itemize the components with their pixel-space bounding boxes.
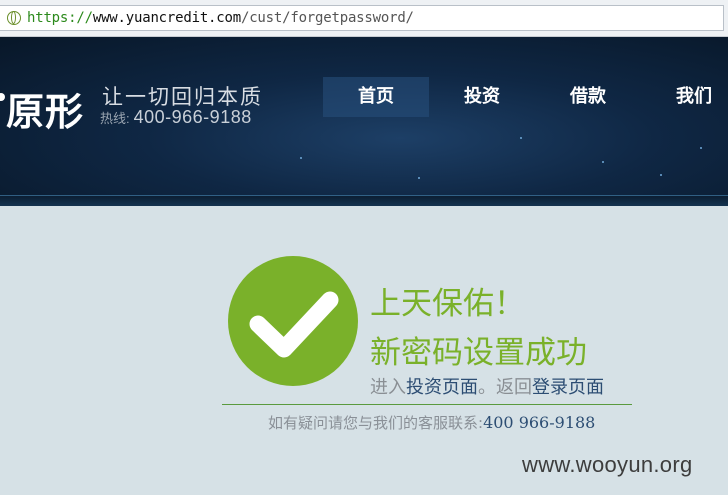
success-heading: 上天保佑！ [370,286,525,322]
star-decoration [660,174,662,176]
header-strip [0,196,728,206]
watermark: www.wooyun.org [522,452,693,477]
nav-item-invest[interactable]: 投资 [429,77,535,117]
contact-info: 如有疑问请您与我们的客服联系:400 966-9188 [268,412,595,433]
links-prefix: 进入 [370,377,406,398]
nav-item-about[interactable]: 我们 [641,77,728,117]
login-page-link[interactable]: 登录页面 [532,377,604,398]
contact-text: 如有疑问请您与我们的客服联系: [268,414,484,432]
star-decoration [300,157,302,159]
divider [222,404,632,405]
site-logo[interactable]: 原形 [6,81,84,136]
hotline-number: 400-966-9188 [133,107,252,127]
url-field[interactable]: https://www.yuancredit.com/cust/forgetpa… [0,5,724,31]
star-decoration [418,177,420,179]
success-message: 新密码设置成功 [370,335,587,371]
links-middle: 。返回 [478,377,532,398]
invest-page-link[interactable]: 投资页面 [406,377,478,398]
url-scheme: https:// [27,10,93,26]
url-text[interactable]: https://www.yuancredit.com/cust/forgetpa… [27,10,414,26]
next-step-links: 进入投资页面。返回登录页面 [370,373,604,399]
site-header: 原形 让一切回归本质 热线: 400-966-9188 首页 投资 借款 我们 [0,37,728,206]
nav-item-home[interactable]: 首页 [323,77,429,117]
url-path: /cust/forgetpassword/ [240,10,414,26]
logo-mark [0,93,5,101]
browser-address-bar: https://www.yuancredit.com/cust/forgetpa… [0,0,728,37]
hotline: 热线: 400-966-9188 [100,107,252,128]
url-host: www.yuancredit.com [92,10,241,26]
star-decoration [700,147,702,149]
globe-icon [7,11,21,25]
star-decoration [602,161,604,163]
hotline-label: 热线: [100,111,130,126]
checkmark-icon [249,291,339,358]
checkmark-circle-icon [228,256,358,386]
star-decoration [520,137,522,139]
nav-item-borrow[interactable]: 借款 [535,77,641,117]
contact-phone: 400 966-9188 [483,413,596,432]
